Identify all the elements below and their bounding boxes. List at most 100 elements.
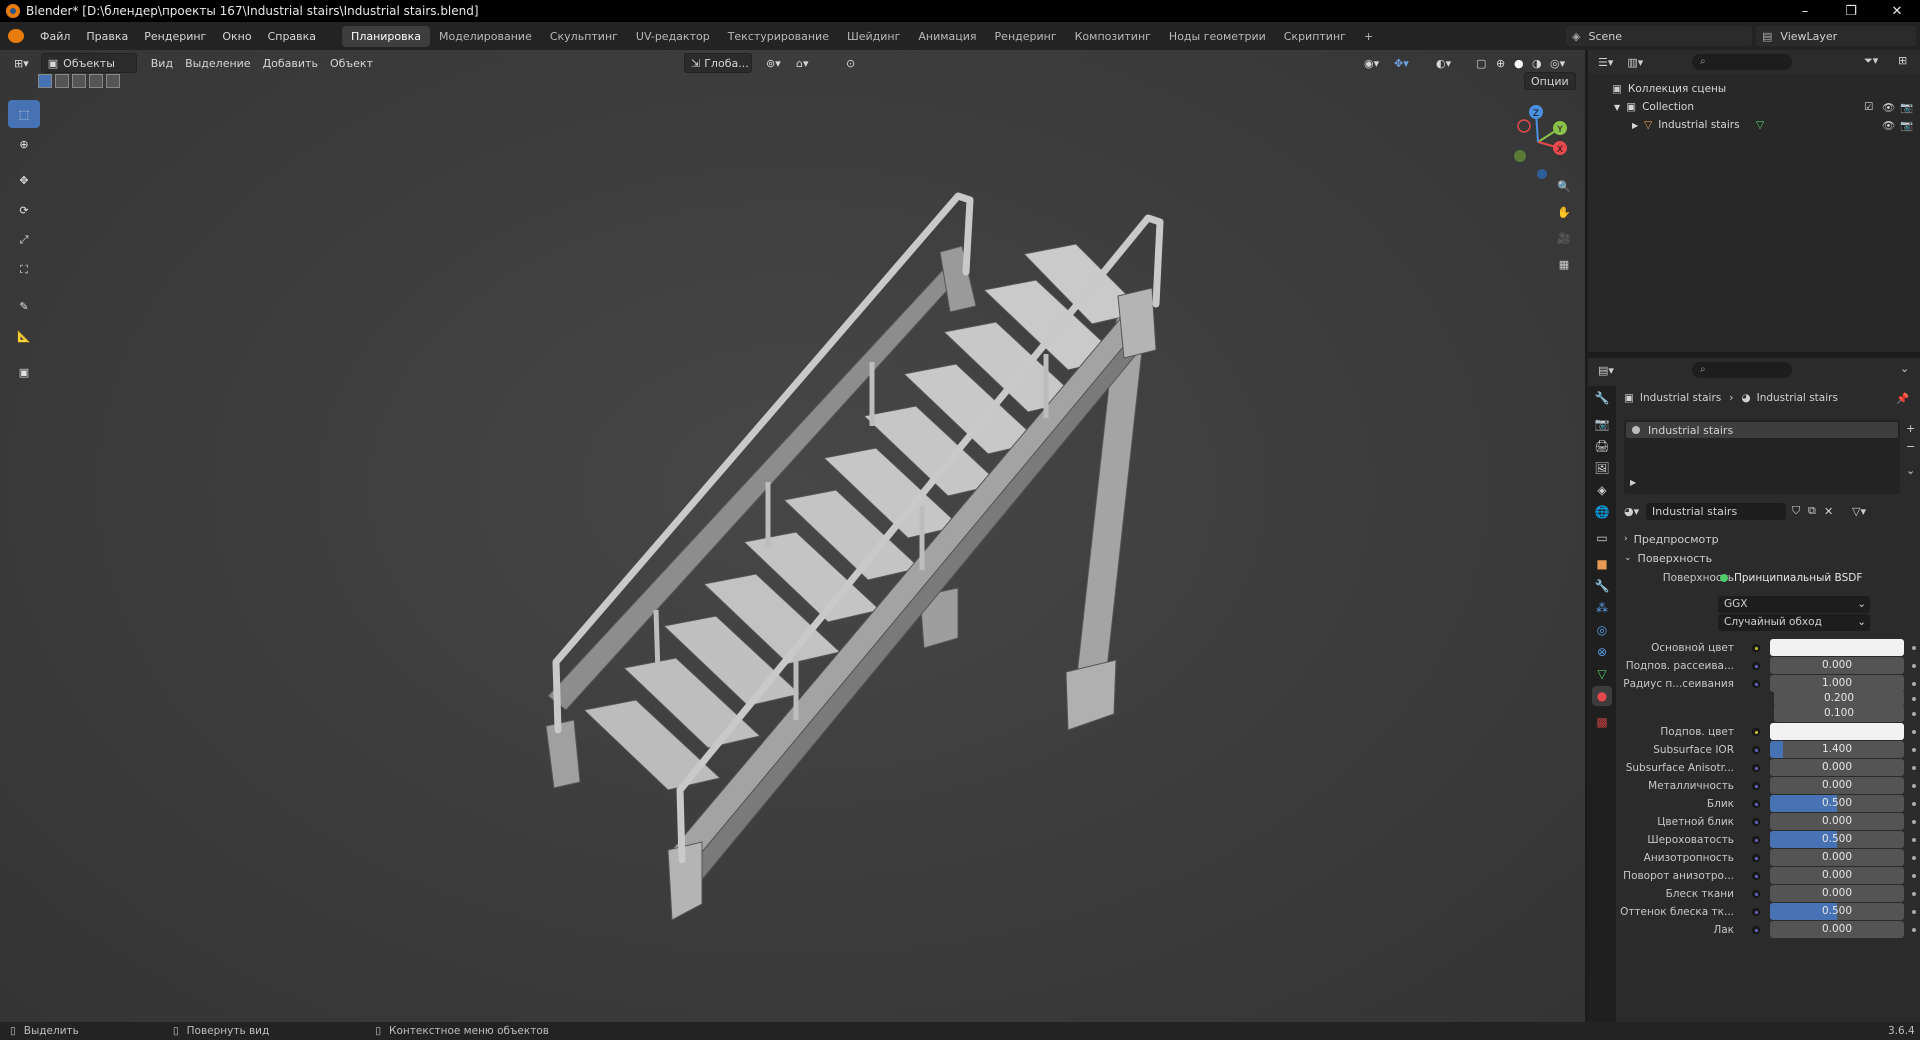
output-tab-icon[interactable]: 🖨 (1592, 436, 1612, 456)
number-field[interactable]: 0.000 (1770, 657, 1904, 674)
maximize-button[interactable]: ❐ (1828, 0, 1874, 22)
surface-shader-selector[interactable]: Принципиальный BSDF (1734, 572, 1862, 584)
keyframe-dot-icon[interactable] (1912, 712, 1916, 716)
keyframe-dot-icon[interactable] (1912, 664, 1916, 668)
keyframe-dot-icon[interactable] (1912, 910, 1916, 914)
exclude-checkbox-icon[interactable]: ☑ (1864, 101, 1873, 113)
outliner-search-input[interactable]: ⌕ (1692, 54, 1792, 70)
socket-dot-icon[interactable] (1752, 764, 1760, 772)
add-slot-icon[interactable]: + (1906, 422, 1915, 435)
particles-tab-icon[interactable]: ⁂ (1592, 598, 1612, 618)
tab-sculpting[interactable]: Скульптинг (541, 26, 627, 47)
unlink-material-icon[interactable]: ✕ (1824, 505, 1833, 518)
number-field[interactable]: 0.500 (1770, 903, 1904, 920)
socket-dot-icon[interactable] (1752, 746, 1760, 754)
material-slot-item[interactable]: Industrial stairs (1626, 422, 1898, 438)
3d-viewport[interactable]: ⊞▾ ▣ Объекты Вид Выделение Добавить Объе… (0, 50, 1586, 1022)
expand-arrow-icon[interactable]: ▶ (1630, 478, 1636, 487)
tab-compositing[interactable]: Композитинг (1066, 26, 1160, 47)
chevron-down-icon[interactable]: ⌄ (1900, 362, 1909, 375)
tab-uv-editing[interactable]: UV-редактор (627, 26, 719, 47)
color-swatch[interactable] (1770, 723, 1904, 740)
link-mode-icon[interactable]: ▽▾ (1852, 505, 1866, 518)
number-field[interactable]: 0.000 (1770, 849, 1904, 866)
view-layer-tab-icon[interactable]: 🖼 (1592, 458, 1612, 478)
expand-arrow-icon[interactable]: ▶ (1632, 121, 1638, 130)
keyframe-dot-icon[interactable] (1912, 856, 1916, 860)
panel-surface-header[interactable]: ⌄ Поверхность (1624, 549, 1712, 567)
number-field[interactable]: 0.000 (1770, 813, 1904, 830)
socket-dot-icon[interactable] (1752, 782, 1760, 790)
socket-dot-icon[interactable] (1752, 680, 1760, 688)
texture-tab-icon[interactable]: ▩ (1592, 712, 1612, 732)
keyframe-dot-icon[interactable] (1912, 784, 1916, 788)
keyframe-dot-icon[interactable] (1912, 748, 1916, 752)
material-name-field[interactable]: Industrial stairs (1646, 502, 1786, 520)
socket-dot-icon[interactable] (1752, 890, 1760, 898)
display-mode-icon[interactable]: ▥▾ (1627, 56, 1643, 69)
menu-window[interactable]: Окно (214, 30, 259, 43)
socket-dot-icon[interactable] (1752, 662, 1760, 670)
keyframe-dot-icon[interactable] (1912, 730, 1916, 734)
number-field[interactable]: 0.000 (1770, 777, 1904, 794)
new-collection-icon[interactable]: ⊞ (1898, 54, 1907, 67)
socket-dot-icon[interactable] (1752, 836, 1760, 844)
visibility-eye-icon[interactable]: 👁 (1882, 101, 1895, 114)
menu-help[interactable]: Справка (260, 30, 324, 43)
socket-dot-icon[interactable] (1752, 872, 1760, 880)
close-button[interactable]: ✕ (1874, 0, 1920, 22)
number-field[interactable]: 0.000 (1770, 885, 1904, 902)
number-field[interactable]: 0.000 (1770, 867, 1904, 884)
properties-editor-type-icon[interactable]: ▤▾ (1598, 364, 1614, 377)
tab-scripting[interactable]: Скриптинг (1275, 26, 1355, 47)
number-field[interactable]: 0.100 (1774, 705, 1904, 722)
tool-tab-icon[interactable]: 🔧 (1592, 388, 1612, 408)
blender-menu-icon[interactable] (8, 29, 24, 43)
expand-arrow-icon[interactable]: ▼ (1614, 103, 1620, 112)
industrial-stairs-model[interactable] (0, 50, 1586, 1022)
tab-geometry-nodes[interactable]: Ноды геометрии (1160, 26, 1275, 47)
outliner-row-industrial-stairs[interactable]: ▶ ▽ Industrial stairs ▽ 👁 📷 (1588, 116, 1920, 134)
socket-dot-icon[interactable] (1752, 800, 1760, 808)
number-field[interactable]: 0.000 (1770, 759, 1904, 776)
keyframe-dot-icon[interactable] (1912, 766, 1916, 770)
physics-tab-icon[interactable]: ◎ (1592, 620, 1612, 640)
material-tab-icon[interactable]: ● (1592, 686, 1612, 706)
socket-dot-icon[interactable] (1752, 908, 1760, 916)
keyframe-dot-icon[interactable] (1912, 820, 1916, 824)
number-field[interactable]: 0.500 (1770, 795, 1904, 812)
minimize-button[interactable]: – (1782, 0, 1828, 22)
keyframe-dot-icon[interactable] (1912, 892, 1916, 896)
remove-slot-icon[interactable]: − (1906, 440, 1915, 453)
keyframe-dot-icon[interactable] (1912, 646, 1916, 650)
number-field[interactable]: 0.000 (1770, 921, 1904, 938)
color-swatch[interactable] (1770, 639, 1904, 656)
add-workspace-button[interactable]: + (1355, 26, 1382, 47)
mesh-data-icon[interactable]: ▽ (1756, 119, 1764, 131)
properties-search-input[interactable]: ⌕ (1692, 362, 1792, 378)
render-camera-icon[interactable]: 📷 (1900, 101, 1913, 114)
slot-menu-icon[interactable]: ⌄ (1906, 464, 1915, 477)
menu-render[interactable]: Рендеринг (136, 30, 214, 43)
socket-dot-icon[interactable] (1752, 728, 1760, 736)
menu-file[interactable]: Файл (32, 30, 78, 43)
tab-layout[interactable]: Планировка (342, 25, 431, 47)
outliner-editor-type-icon[interactable]: ☰▾ (1598, 56, 1613, 69)
constraints-tab-icon[interactable]: ⊗ (1592, 642, 1612, 662)
outliner-row-collection[interactable]: ▼ ▣ Collection ☑ 👁 📷 (1588, 98, 1920, 116)
material-browse-icon[interactable]: ◕▾ (1624, 505, 1639, 518)
scene-selector[interactable]: ◈ Scene (1566, 26, 1752, 46)
keyframe-dot-icon[interactable] (1912, 874, 1916, 878)
panel-preview-header[interactable]: › Предпросмотр (1624, 530, 1719, 548)
tab-shading[interactable]: Шейдинг (838, 26, 909, 47)
keyframe-dot-icon[interactable] (1912, 697, 1916, 701)
socket-dot-icon[interactable] (1752, 818, 1760, 826)
socket-dot-icon[interactable] (1752, 854, 1760, 862)
pin-icon[interactable]: 📌 (1896, 392, 1909, 405)
socket-dot-icon[interactable] (1752, 644, 1760, 652)
keyframe-dot-icon[interactable] (1912, 802, 1916, 806)
socket-dot-icon[interactable] (1752, 926, 1760, 934)
object-tab-icon[interactable]: ■ (1592, 554, 1612, 574)
visibility-eye-icon[interactable]: 👁 (1882, 119, 1895, 132)
menu-edit[interactable]: Правка (78, 30, 136, 43)
